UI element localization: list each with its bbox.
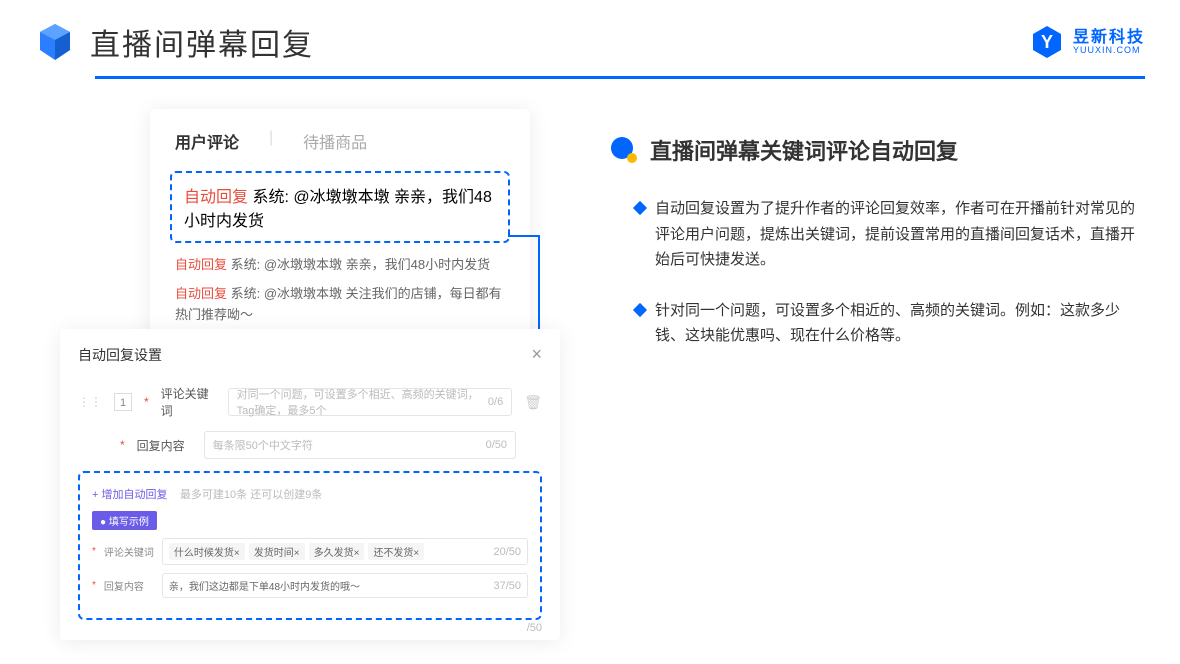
add-reply-button[interactable]: + 增加自动回复 xyxy=(92,489,167,501)
trash-icon[interactable]: 🗑 xyxy=(524,394,542,411)
outer-counter: /50 xyxy=(527,622,542,634)
content: 用户评论 | 待播商品 自动回复 系统: @冰墩墩本墩 亲亲，我们48小时内发货… xyxy=(0,79,1180,374)
reply-input[interactable]: 每条限50个中文字符 0/50 xyxy=(204,431,516,459)
tag[interactable]: 什么时候发货× xyxy=(169,543,245,560)
counter: 0/6 xyxy=(488,396,503,408)
counter: 37/50 xyxy=(493,580,521,592)
add-hint: 最多可建10条 还可以创建9条 xyxy=(180,489,322,501)
brand-subtitle: YUUXIN.COM xyxy=(1073,46,1145,55)
bullet-text: 针对同一个问题，可设置多个相近的、高频的关键词。例如：这款多少钱、这块能优惠吗、… xyxy=(655,298,1145,349)
auto-reply-label: 自动回复 xyxy=(175,286,227,301)
example-reply-row: * 回复内容 亲，我们这边都是下单48小时内发货的哦～ 37/50 xyxy=(92,573,528,598)
placeholder-text: 每条限50个中文字符 xyxy=(213,437,313,453)
reply-row: * 回复内容 每条限50个中文字符 0/50 xyxy=(78,431,542,459)
comment-line: 自动回复 系统: @冰墩墩本墩 亲亲，我们48小时内发货 xyxy=(170,255,510,276)
counter: 20/50 xyxy=(493,546,521,558)
svg-text:Y: Y xyxy=(1041,32,1053,52)
settings-modal: 自动回复设置 × ⋮⋮ 1 * 评论关键词 对同一个问题，可设置多个相近、高频的… xyxy=(60,329,560,640)
add-row: + 增加自动回复 最多可建10条 还可以创建9条 xyxy=(92,485,528,503)
section-title: 直播间弹幕关键词评论自动回复 xyxy=(650,134,958,166)
tab-separator: | xyxy=(269,129,273,153)
close-icon[interactable]: × xyxy=(531,344,542,365)
comment-line: 自动回复 系统: @冰墩墩本墩 关注我们的店铺，每日都有热门推荐呦～ xyxy=(170,284,510,326)
tab-products[interactable]: 待播商品 xyxy=(303,129,367,153)
right-panel: 直播间弹幕关键词评论自动回复 自动回复设置为了提升作者的评论回复效率，作者可在开… xyxy=(610,109,1145,374)
placeholder-text: 对同一个问题，可设置多个相近、高频的关键词，Tag确定，最多5个 xyxy=(237,386,488,418)
reply-label: 回复内容 xyxy=(137,437,192,454)
modal-title: 自动回复设置 xyxy=(78,345,162,365)
ex-reply-input[interactable]: 亲，我们这边都是下单48小时内发货的哦～ 37/50 xyxy=(162,573,528,598)
tabs: 用户评论 | 待播商品 xyxy=(170,129,510,153)
example-badge: ● 填写示例 xyxy=(92,511,157,530)
comment-text: 系统: @冰墩墩本墩 亲亲，我们48小时内发货 xyxy=(231,257,491,272)
required-icon: * xyxy=(92,580,96,591)
modal-header: 自动回复设置 × xyxy=(78,344,542,365)
keyword-input[interactable]: 对同一个问题，可设置多个相近、高频的关键词，Tag确定，最多5个 0/6 xyxy=(228,388,513,416)
example-box: + 增加自动回复 最多可建10条 还可以创建9条 ● 填写示例 * 评论关键词 … xyxy=(78,471,542,620)
page-title: 直播间弹幕回复 xyxy=(90,20,314,64)
tag-input[interactable]: 什么时候发货× 发货时间× 多久发货× 还不发货× 20/50 xyxy=(162,538,528,565)
left-panel: 用户评论 | 待播商品 自动回复 系统: @冰墩墩本墩 亲亲，我们48小时内发货… xyxy=(60,109,580,374)
drag-handle-icon[interactable]: ⋮⋮ xyxy=(78,395,102,409)
tag[interactable]: 多久发货× xyxy=(309,543,365,560)
required-icon: * xyxy=(120,438,125,452)
tags: 什么时候发货× 发货时间× 多久发货× 还不发货× xyxy=(169,543,424,560)
highlighted-comment: 自动回复 系统: @冰墩墩本墩 亲亲，我们48小时内发货 xyxy=(170,171,510,243)
header-left: 直播间弹幕回复 xyxy=(35,20,314,64)
auto-reply-label: 自动回复 xyxy=(175,257,227,272)
brand-logo-icon: Y xyxy=(1029,24,1065,60)
auto-reply-label: 自动回复 xyxy=(184,189,248,206)
counter: 0/50 xyxy=(486,439,507,451)
page-header: 直播间弹幕回复 Y 昱新科技 YUUXIN.COM xyxy=(0,0,1180,64)
example-keyword-row: * 评论关键词 什么时候发货× 发货时间× 多久发货× 还不发货× 20/50 xyxy=(92,538,528,565)
brand-name: 昱新科技 xyxy=(1073,30,1145,46)
bubble-icon xyxy=(610,136,638,164)
bullet-item: 针对同一个问题，可设置多个相近的、高频的关键词。例如：这款多少钱、这块能优惠吗、… xyxy=(635,298,1145,349)
ex-reply-value: 亲，我们这边都是下单48小时内发货的哦～ xyxy=(169,578,360,593)
bullet-item: 自动回复设置为了提升作者的评论回复效率，作者可在开播前针对常见的评论用户问题，提… xyxy=(635,196,1145,273)
tab-comments[interactable]: 用户评论 xyxy=(175,129,239,153)
tag[interactable]: 还不发货× xyxy=(368,543,424,560)
diamond-icon xyxy=(633,201,647,215)
ex-keyword-label: 评论关键词 xyxy=(104,544,154,559)
row-number: 1 xyxy=(114,393,132,411)
cube-icon xyxy=(35,22,75,62)
diamond-icon xyxy=(633,302,647,316)
required-icon: * xyxy=(144,395,149,409)
required-icon: * xyxy=(92,546,96,557)
brand-text: 昱新科技 YUUXIN.COM xyxy=(1073,30,1145,55)
brand: Y 昱新科技 YUUXIN.COM xyxy=(1029,24,1145,60)
ex-reply-label: 回复内容 xyxy=(104,578,154,593)
comments-card: 用户评论 | 待播商品 自动回复 系统: @冰墩墩本墩 亲亲，我们48小时内发货… xyxy=(150,109,530,363)
tag[interactable]: 发货时间× xyxy=(249,543,305,560)
keyword-label: 评论关键词 xyxy=(161,385,216,419)
keyword-row: ⋮⋮ 1 * 评论关键词 对同一个问题，可设置多个相近、高频的关键词，Tag确定… xyxy=(78,385,542,419)
bullet-list: 自动回复设置为了提升作者的评论回复效率，作者可在开播前针对常见的评论用户问题，提… xyxy=(610,196,1145,349)
section-header: 直播间弹幕关键词评论自动回复 xyxy=(610,134,1145,166)
bullet-text: 自动回复设置为了提升作者的评论回复效率，作者可在开播前针对常见的评论用户问题，提… xyxy=(655,196,1145,273)
